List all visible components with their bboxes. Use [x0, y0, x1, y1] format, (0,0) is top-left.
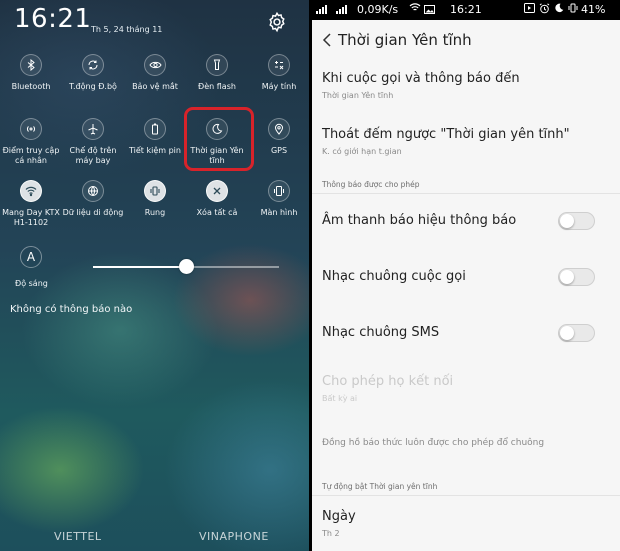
- status-time: 16:21: [450, 3, 482, 16]
- notification-shade: 16:21 Th 5, 24 tháng 11 Bluetooth T.động…: [0, 0, 309, 551]
- tile-vibrate[interactable]: Rung: [122, 180, 188, 218]
- calculator-icon: [268, 54, 290, 76]
- tile-battery-saver[interactable]: Tiết kiệm pin: [122, 118, 188, 156]
- divider: [312, 193, 620, 194]
- tile-calculator[interactable]: Máy tính: [246, 54, 309, 92]
- shade-date: Th 5, 24 tháng 11: [91, 25, 163, 34]
- alarm-icon: [539, 3, 550, 17]
- shade-clock: 16:21: [14, 4, 92, 34]
- hotspot-icon: [20, 118, 42, 140]
- countdown-row-title: Thoát đếm ngược "Thời gian yên tĩnh": [322, 127, 570, 142]
- tile-label: Tiết kiệm pin: [129, 146, 181, 155]
- tile-bluetooth[interactable]: Bluetooth: [0, 54, 64, 92]
- auto-section-header: Tự động bật Thời gian yên tĩnh: [322, 482, 438, 491]
- tile-mobile-data[interactable]: Dữ liệu di động: [60, 180, 126, 218]
- app-header: Thời gian Yên tĩnh: [312, 20, 620, 62]
- tile-clear-all[interactable]: Xóa tất cả: [184, 180, 250, 218]
- airplane-icon: [82, 118, 104, 140]
- page-title: Thời gian Yên tĩnh: [338, 31, 472, 49]
- carrier-1: VIETTEL: [54, 530, 102, 543]
- allow-contacts-title: Cho phép họ kết nối: [322, 374, 454, 389]
- tile-screen[interactable]: Màn hình: [246, 180, 309, 218]
- location-icon: [268, 118, 290, 140]
- tile-gps[interactable]: GPS: [246, 118, 309, 156]
- flashlight-icon: [206, 54, 228, 76]
- sync-icon: [82, 54, 104, 76]
- image-notification-icon: [424, 4, 435, 17]
- tile-label: Đèn flash: [198, 82, 236, 91]
- globe-icon: [82, 180, 104, 202]
- tile-label: Điểm truy cập cá nhân: [2, 146, 60, 165]
- brightness-label: Độ sáng: [15, 279, 48, 288]
- brightness-slider-fill: [93, 266, 186, 268]
- tile-label: Máy tính: [261, 82, 297, 91]
- tile-airplane-mode[interactable]: Chế độ trên máy bay: [60, 118, 126, 166]
- tile-label: Màn hình: [260, 208, 298, 217]
- tile-label: Bluetooth: [11, 82, 51, 91]
- tile-auto-sync[interactable]: T.động Đ.bộ: [60, 54, 126, 92]
- media-icon: [524, 3, 535, 16]
- screen-icon: [268, 180, 290, 202]
- settings-gear-icon[interactable]: [266, 11, 288, 33]
- vibrate-status-icon: [568, 3, 578, 16]
- status-bar: 0,09K/s 16:21 41%: [312, 0, 620, 20]
- wifi-status-icon: [409, 2, 421, 16]
- tile-label: GPS: [270, 146, 288, 155]
- back-arrow-icon[interactable]: [320, 31, 334, 49]
- call-ringtone-toggle[interactable]: [558, 268, 595, 286]
- network-speed: 0,09K/s: [357, 3, 399, 16]
- day-row-title: Ngày: [322, 509, 356, 524]
- tile-label: Dữ liệu di động: [62, 208, 124, 217]
- allow-contacts-subtitle: Bất kỳ ai: [322, 394, 358, 403]
- moon-status-icon: [554, 3, 564, 16]
- tile-eye-protection[interactable]: Bảo vệ mắt: [122, 54, 188, 92]
- call-ringtone-label: Nhạc chuông cuộc gọi: [322, 269, 466, 284]
- battery-saver-icon: [144, 118, 166, 140]
- calls-row-subtitle: Thời gian Yên tĩnh: [322, 91, 394, 100]
- calls-row-title: Khi cuộc gọi và thông báo đến: [322, 71, 520, 86]
- tile-label: Xóa tất cả: [196, 208, 238, 217]
- quiet-time-highlight: [184, 107, 254, 171]
- tile-label: Bảo vệ mắt: [132, 82, 178, 91]
- brightness-slider-thumb[interactable]: [178, 259, 194, 274]
- vibrate-icon: [144, 180, 166, 202]
- sms-ringtone-toggle[interactable]: [558, 324, 595, 342]
- countdown-row-subtitle: K. có giới hạn t.gian: [322, 147, 402, 156]
- bluetooth-icon: [20, 54, 42, 76]
- tile-flashlight[interactable]: Đèn flash: [184, 54, 250, 92]
- signal-1-icon: [316, 5, 327, 14]
- tile-label: T.động Đ.bộ: [69, 82, 117, 91]
- divider: [312, 495, 620, 496]
- allowed-section-header: Thông báo được cho phép: [322, 180, 420, 189]
- sms-ringtone-label: Nhạc chuông SMS: [322, 325, 440, 340]
- eye-icon: [144, 54, 166, 76]
- battery-percent: 41%: [581, 3, 606, 16]
- quiet-time-settings: 0,09K/s 16:21 41% Thời gian Yên tĩnh Khi…: [312, 0, 620, 551]
- tile-label: Chế độ trên máy bay: [69, 146, 117, 165]
- no-notifications-text: Không có thông báo nào: [10, 304, 133, 315]
- brightness-auto-icon[interactable]: A: [20, 246, 42, 268]
- wifi-icon: [20, 180, 42, 202]
- clear-all-icon: [206, 180, 228, 202]
- notification-sound-label: Âm thanh báo hiệu thông báo: [322, 213, 517, 228]
- day-row-subtitle: Th 2: [322, 529, 340, 538]
- tile-wifi[interactable]: Mang Day KTX H1-1102: [0, 180, 64, 228]
- tile-label: Mang Day KTX H1-1102: [2, 208, 60, 227]
- carrier-2: VINAPHONE: [199, 530, 269, 543]
- tile-label: Rung: [144, 208, 166, 217]
- notification-sound-toggle[interactable]: [558, 212, 595, 230]
- signal-2-icon: [336, 5, 347, 14]
- tile-hotspot[interactable]: Điểm truy cập cá nhân: [0, 118, 64, 166]
- alarm-note: Đồng hồ báo thức luôn được cho phép đổ c…: [322, 438, 545, 448]
